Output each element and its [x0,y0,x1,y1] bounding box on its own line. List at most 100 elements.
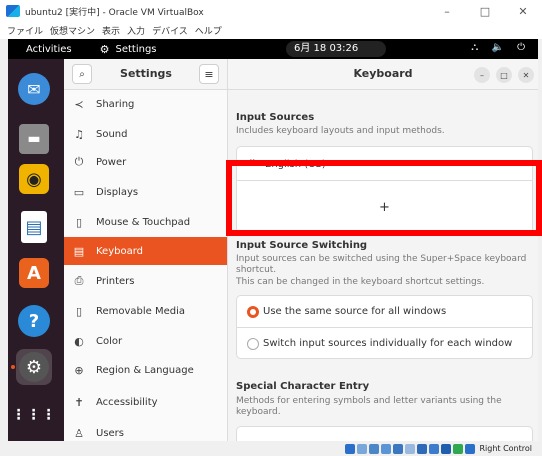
sidebar-item-label: Sharing [96,98,135,110]
settings-icon: ⚙ [19,352,49,382]
switching-description: Input sources can be switched using the … [236,254,527,275]
sidebar-item-displays[interactable]: ▭ Displays [64,178,227,206]
display-icon: ▭ [73,185,85,199]
help-icon: ? [18,305,50,337]
files-icon: ▬ [19,124,49,154]
maximize-button[interactable]: □ [496,67,512,83]
dock-thunderbird[interactable]: ✉ [16,71,52,107]
dock-show-apps[interactable]: ⋮⋮⋮ [12,397,56,433]
radio-same-source[interactable] [247,306,259,318]
highlight-box [226,160,542,236]
radio-individual-source[interactable] [247,338,259,350]
switching-heading: Input Source Switching [236,240,368,251]
app-menu-label: Settings [115,43,157,55]
dock-files[interactable]: ▬ [16,121,52,157]
vbox-window-title: ubuntu2 [実行中] - Oracle VM VirtualBox [25,7,204,18]
sidebar-item-removable-media[interactable]: ▯ Removable Media [64,297,227,325]
users-icon: ♙ [74,426,84,440]
sidebar-item-label: Printers [96,275,135,287]
vbox-close-button[interactable]: ✕ [504,5,542,18]
printer-icon: ⎙ [74,274,84,287]
display-icon[interactable] [417,443,428,454]
activities-button[interactable]: Activities [26,44,72,55]
close-button[interactable]: ✕ [518,67,534,83]
vbox-menu-help[interactable]: ヘルプ [195,24,222,37]
dock-writer[interactable]: ▤ [16,209,52,245]
removable-media-icon: ▯ [75,304,83,318]
network-icon[interactable] [381,443,392,454]
settings-sidebar-header: ⌕ Settings ≡ [64,59,228,90]
sidebar-item-sound[interactable]: ♫ Sound [64,120,227,148]
hamburger-menu-button[interactable]: ≡ [199,64,219,84]
shared-folders-icon[interactable] [405,443,416,454]
vbox-minimize-button[interactable]: – [428,5,466,18]
vbox-menu-machine[interactable]: 仮想マシン [50,24,95,37]
recording-icon[interactable] [429,443,440,454]
vbox-maximize-button[interactable]: □ [466,5,504,18]
option-same-source[interactable]: Use the same source for all windows [237,296,532,328]
sidebar-item-label: Accessibility [96,396,158,408]
color-icon: ◐ [74,334,84,348]
keyboard-panel: Input Sources Includes keyboard layouts … [228,90,538,441]
settings-sidebar: ≺ Sharing ♫ Sound ⏻ Power ▭ Displays ▯ M… [64,90,228,441]
keyboard-capture-icon[interactable] [465,443,476,454]
virtualbox-logo-icon [6,5,20,17]
sidebar-item-power[interactable]: ⏻ Power [64,148,227,176]
cpu-icon[interactable] [441,443,452,454]
minimize-button[interactable]: – [474,67,490,83]
sidebar-item-label: Color [96,335,123,347]
sidebar-item-label: Region & Language [96,364,194,376]
special-character-description: Methods for entering symbols and letter … [236,396,502,417]
vbox-menu-bar: ファイル 仮想マシン 表示 入力 デバイス ヘルプ [0,22,542,39]
dock-software[interactable]: A [16,255,52,291]
sidebar-item-label: Sound [96,128,128,140]
optical-drive-icon[interactable] [357,443,368,454]
sidebar-item-region-language[interactable]: ⊕ Region & Language [64,356,227,384]
hamburger-icon: ≡ [204,67,214,81]
dock-help[interactable]: ? [16,303,52,339]
sidebar-item-keyboard[interactable]: ▤ Keyboard [64,237,227,265]
sidebar-item-mouse-touchpad[interactable]: ▯ Mouse & Touchpad [64,208,227,236]
option-individual-source-label: Switch input sources individually for ea… [263,338,513,349]
sidebar-item-accessibility[interactable]: ✝ Accessibility [64,388,227,416]
option-individual-source[interactable]: Switch input sources individually for ea… [237,328,532,359]
sidebar-item-sharing[interactable]: ≺ Sharing [64,90,227,118]
page-title: Keyboard [353,67,413,80]
keyboard-panel-header: Keyboard – □ ✕ [228,59,538,90]
sidebar-item-printers[interactable]: ⎙ Printers [64,267,227,295]
share-icon: ≺ [74,97,84,111]
dock-settings[interactable]: ⚙ [16,349,52,385]
audio-icon[interactable] [369,443,380,454]
harddisk-icon[interactable] [345,443,356,454]
clock-button[interactable]: 6月 18 03:26 [286,41,386,57]
sidebar-item-label: Users [96,427,125,439]
vbox-menu-devices[interactable]: デバイス [152,24,188,37]
ubuntu-top-bar: Activities ⚙ Settings 6月 18 03:26 ⛬ 🔈 ⏻ [8,39,538,59]
power-icon: ⏻ [74,155,84,168]
mouse-icon: ▯ [75,215,83,229]
option-same-source-label: Use the same source for all windows [263,306,447,317]
special-character-heading: Special Character Entry [236,381,370,392]
sidebar-item-color[interactable]: ◐ Color [64,327,227,355]
keyboard-icon: ▤ [73,244,85,258]
dock-rhythmbox[interactable]: ◉ [16,161,52,197]
vbox-title-bar: ubuntu2 [実行中] - Oracle VM VirtualBox – □… [0,0,542,22]
app-menu-button[interactable]: ⚙ Settings [100,43,157,56]
usb-icon[interactable] [393,443,404,454]
system-status-menu[interactable]: ⛬ 🔈 ⏻ [471,42,530,53]
vbox-status-bar: Right Control [8,441,538,456]
globe-icon: ⊕ [74,363,84,377]
vbox-menu-input[interactable]: 入力 [127,24,145,37]
sidebar-item-label: Keyboard [96,245,144,257]
vbox-menu-view[interactable]: 表示 [102,24,120,37]
software-center-icon: A [19,258,49,288]
sidebar-item-users[interactable]: ♙ Users [64,419,227,441]
sidebar-item-label: Removable Media [96,305,186,317]
vbox-menu-file[interactable]: ファイル [7,24,43,37]
mouse-integration-icon[interactable] [453,443,464,454]
input-sources-description: Includes keyboard layouts and input meth… [236,126,445,136]
switching-options: Use the same source for all windows Swit… [236,295,533,359]
switching-shortcut-note: This can be changed in the keyboard shor… [236,277,485,287]
dock-active-indicator [11,365,15,369]
libreoffice-writer-icon: ▤ [21,211,47,243]
